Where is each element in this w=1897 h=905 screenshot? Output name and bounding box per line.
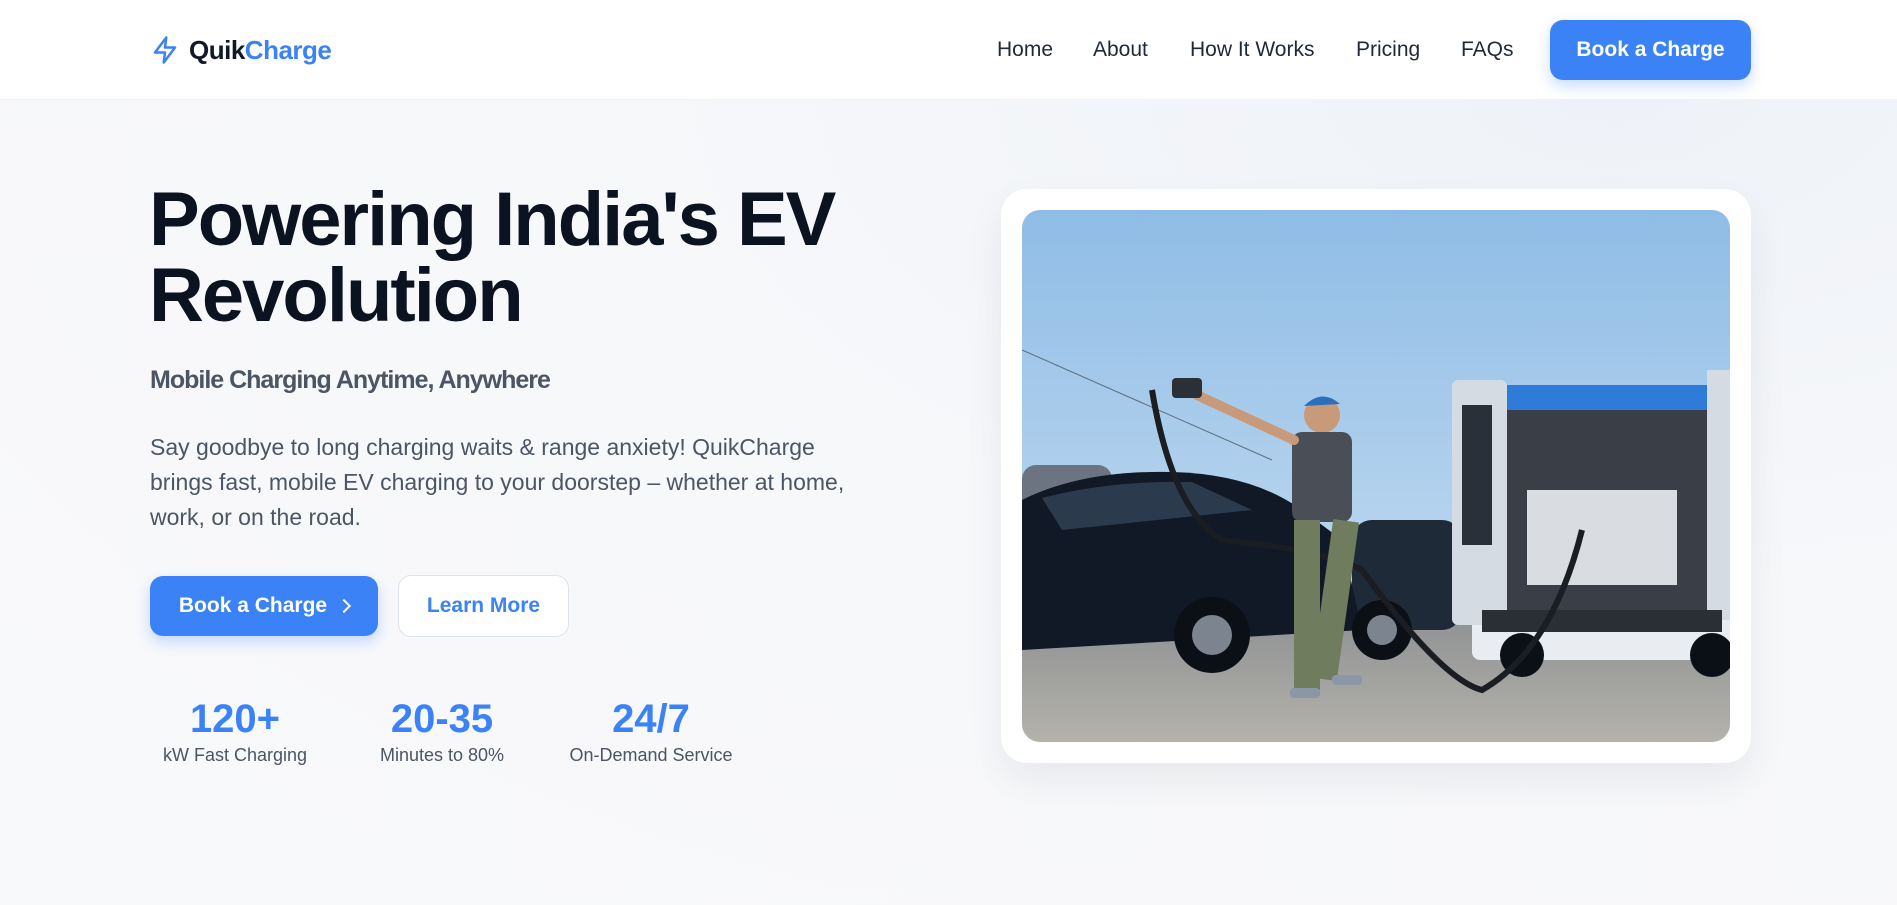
nav-how-it-works[interactable]: How It Works bbox=[1190, 38, 1314, 62]
lightning-bolt-icon bbox=[153, 36, 177, 64]
hero-image-card bbox=[1001, 189, 1751, 763]
chevron-right-icon bbox=[337, 598, 352, 614]
stat-label: On-Demand Service bbox=[569, 745, 733, 765]
stat-label: Minutes to 80% bbox=[379, 745, 505, 765]
stat-charging-power: 120+ kW Fast Charging bbox=[150, 695, 320, 766]
hero-subtitle: Mobile Charging Anytime, Anywhere bbox=[150, 366, 551, 394]
stat-charge-time: 20-35 Minutes to 80% bbox=[372, 695, 512, 766]
stat-label: kW Fast Charging bbox=[162, 745, 308, 765]
hero-title: Powering India's EV Revolution bbox=[149, 177, 836, 338]
stat-value: 24/7 bbox=[612, 697, 690, 741]
site-header: QuikCharge Home About How It Works Prici… bbox=[0, 0, 1897, 100]
stat-value: 20-35 bbox=[390, 697, 494, 741]
nav-faqs[interactable]: FAQs bbox=[1461, 38, 1514, 62]
brand-logo[interactable]: QuikCharge bbox=[150, 33, 332, 67]
nav-pricing[interactable]: Pricing bbox=[1356, 38, 1420, 62]
brand-name: QuikCharge bbox=[189, 34, 332, 66]
nav-home[interactable]: Home bbox=[997, 38, 1053, 62]
brand-name-part1: Quik bbox=[189, 34, 245, 65]
nav-about[interactable]: About bbox=[1093, 38, 1148, 62]
hero-book-button-label: Book a Charge bbox=[178, 594, 328, 617]
header-book-button[interactable]: Book a Charge bbox=[1550, 20, 1751, 80]
learn-more-button[interactable]: Learn More bbox=[398, 575, 569, 637]
brand-name-part2: Charge bbox=[244, 34, 332, 65]
hero-book-button[interactable]: Book a Charge bbox=[150, 576, 378, 636]
hero-description: Say goodbye to long charging waits & ran… bbox=[150, 434, 845, 530]
hero-photo bbox=[1022, 210, 1730, 742]
stat-value: 120+ bbox=[189, 697, 281, 741]
page: QuikCharge Home About How It Works Prici… bbox=[0, 0, 1897, 905]
stat-availability: 24/7 On-Demand Service bbox=[563, 695, 739, 766]
